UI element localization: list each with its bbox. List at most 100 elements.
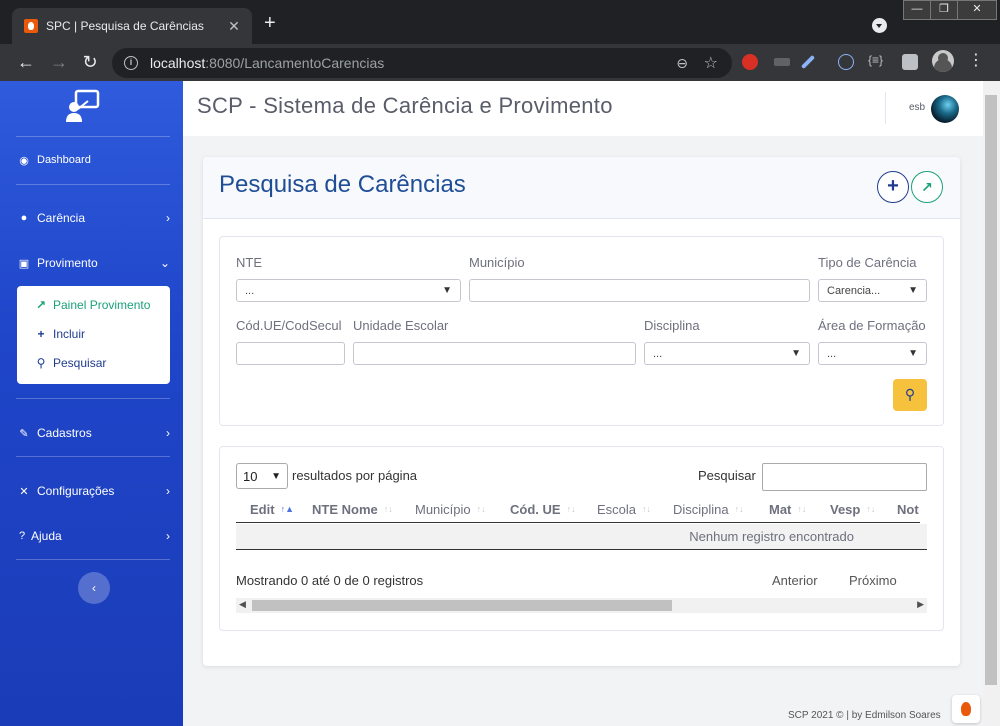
unidade-escolar-input[interactable]	[353, 342, 636, 365]
add-button[interactable]: +	[877, 171, 909, 203]
disciplina-select[interactable]: ... ▼	[644, 342, 810, 365]
extensions-puzzle-icon[interactable]	[902, 54, 918, 70]
sidebar-item-provimento[interactable]: ▣ Provimento ⌄	[18, 252, 170, 274]
sidebar-item-dashboard[interactable]: ◉ Dashboard	[18, 149, 170, 171]
filter-panel: NTE ... ▼ Município Tipo de Carência Car…	[219, 236, 944, 426]
provimento-submenu: ↗ Painel Provimento + Incluir ⚲ Pesquisa…	[17, 286, 170, 384]
bookmark-star-icon[interactable]: ☆	[704, 53, 718, 73]
browser-tab[interactable]: SPC | Pesquisa de Carências ✕	[12, 8, 252, 44]
column-header-cod-ue[interactable]: Cód. UE ↑↓	[510, 502, 576, 517]
extension-react-icon[interactable]	[838, 54, 854, 70]
avatar[interactable]	[931, 95, 959, 123]
nte-select-value: ...	[245, 284, 255, 297]
municipio-input[interactable]	[469, 279, 810, 302]
column-header-label: Mat	[769, 502, 792, 517]
search-button[interactable]: ⚲	[893, 379, 927, 411]
sort-icon: ↑↓	[476, 504, 486, 514]
browser-tabbar: SPC | Pesquisa de Carências ✕ + — ❐ ✕	[0, 0, 1000, 44]
app-title: SCP - Sistema de Carência e Provimento	[197, 93, 613, 118]
chevron-right-icon: ›	[166, 211, 170, 225]
tipo-carencia-select-value: Carencia...	[827, 284, 881, 297]
previous-page-button[interactable]: Anterior	[772, 573, 818, 588]
minimize-button[interactable]: —	[903, 0, 931, 20]
zoom-icon[interactable]: ⊖	[676, 55, 688, 72]
table-search-label: Pesquisar	[698, 468, 756, 483]
column-header-mat[interactable]: Mat ↑↓	[769, 502, 806, 517]
page-scrollbar[interactable]	[983, 81, 1000, 726]
sidebar-item-carencia[interactable]: ● Carência ›	[18, 207, 170, 229]
column-header-edit[interactable]: Edit ↑▲	[250, 502, 294, 517]
tab-close-icon[interactable]: ✕	[226, 18, 242, 35]
back-arrow-icon[interactable]: ←	[15, 52, 37, 72]
chevron-down-icon: ▼	[271, 470, 281, 482]
extension-bars-icon[interactable]	[774, 58, 790, 66]
topbar: SCP - Sistema de Carência e Provimento e…	[183, 81, 983, 136]
user-name[interactable]: esb	[909, 102, 925, 113]
forward-arrow-icon[interactable]: →	[48, 52, 70, 72]
tipo-carencia-select[interactable]: Carencia... ▼	[818, 279, 927, 302]
table-search-input[interactable]	[762, 463, 927, 491]
sidebar: ◉ Dashboard ● Carência › ▣ Provimento ⌄ …	[0, 81, 183, 726]
tab-search-icon[interactable]	[872, 18, 887, 33]
scroll-left-icon[interactable]: ◀	[239, 599, 246, 610]
page-length-select[interactable]: 10 ▼	[236, 463, 288, 489]
nte-select[interactable]: ... ▼	[236, 279, 461, 302]
sort-asc-icon: ↑▲	[280, 504, 294, 514]
profile-avatar[interactable]	[932, 50, 954, 72]
column-header-nte-nome[interactable]: NTE Nome ↑↓	[312, 502, 393, 517]
sidebar-divider	[16, 398, 170, 399]
sidebar-item-cadastros[interactable]: ✎ Cadastros ›	[18, 422, 170, 444]
next-page-button[interactable]: Próximo	[849, 573, 897, 588]
table-horizontal-scrollbar[interactable]: ◀ ▶	[236, 598, 927, 613]
submenu-item-incluir[interactable]: + Incluir	[35, 325, 85, 343]
submenu-item-label: Pesquisar	[53, 356, 107, 370]
extension-pen-icon[interactable]	[800, 54, 816, 70]
chevron-down-icon: ▼	[791, 348, 801, 359]
page-scrollbar-thumb[interactable]	[985, 95, 997, 685]
sidebar-item-label: Carência	[37, 211, 86, 225]
site-info-icon[interactable]: i	[124, 56, 138, 70]
sidebar-divider	[16, 136, 170, 137]
extension-json-icon[interactable]: {≡}	[868, 53, 883, 67]
sort-icon: ↑↓	[566, 504, 576, 514]
column-header-label: Escola	[597, 502, 637, 517]
chevron-right-icon: ›	[166, 529, 170, 543]
nte-label: NTE	[236, 255, 262, 270]
column-header-disciplina[interactable]: Disciplina ↑↓	[673, 502, 744, 517]
column-header-label: NTE Nome	[312, 502, 378, 517]
sidebar-toggle-button[interactable]: ‹	[78, 572, 110, 604]
column-header-municipio[interactable]: Município ↑↓	[415, 502, 486, 517]
tachometer-icon: ◉	[19, 154, 29, 167]
chevron-down-icon: ▼	[908, 285, 918, 296]
column-header-not[interactable]: Not	[897, 502, 919, 517]
submenu-item-pesquisar[interactable]: ⚲ Pesquisar	[35, 354, 107, 372]
sidebar-item-ajuda[interactable]: ? Ajuda ›	[18, 525, 170, 547]
fire-icon[interactable]	[952, 695, 980, 723]
table-row: Nenhum registro encontrado	[236, 524, 927, 550]
column-header-label: Cód. UE	[510, 502, 561, 517]
browser-menu-icon[interactable]: ⋮	[968, 53, 984, 69]
column-header-vesp[interactable]: Vesp ↑↓	[830, 502, 875, 517]
empty-message: Nenhum registro encontrado	[689, 529, 854, 544]
new-tab-button[interactable]: +	[264, 13, 276, 33]
chart-button[interactable]: ↗	[911, 171, 943, 203]
table-scrollbar-thumb[interactable]	[252, 600, 672, 611]
window-close-button[interactable]: ✕	[957, 0, 997, 20]
submenu-item-painel-provimento[interactable]: ↗ Painel Provimento	[35, 296, 150, 314]
area-formacao-select[interactable]: ... ▼	[818, 342, 927, 365]
results-table-panel: 10 ▼ resultados por página Pesquisar Edi…	[219, 446, 944, 631]
sidebar-item-configuracoes[interactable]: ✕ Configurações ›	[18, 480, 170, 502]
extension-hand-icon[interactable]	[742, 54, 758, 70]
brand-logo-icon[interactable]	[64, 89, 104, 123]
codue-input[interactable]	[236, 342, 345, 365]
chevron-right-icon: ›	[166, 426, 170, 440]
scroll-right-icon[interactable]: ▶	[917, 599, 924, 610]
column-header-escola[interactable]: Escola ↑↓	[597, 502, 651, 517]
maximize-button[interactable]: ❐	[930, 0, 958, 20]
search-card: Pesquisa de Carências + ↗ NTE ... ▼ Muni…	[203, 157, 960, 666]
disciplina-label: Disciplina	[644, 318, 700, 333]
briefcase-icon: ●	[20, 212, 28, 224]
app: ◉ Dashboard ● Carência › ▣ Provimento ⌄ …	[0, 81, 1000, 726]
reload-icon[interactable]: ↻	[79, 52, 101, 72]
address-bar[interactable]: i localhost:8080/LancamentoCarencias ⊖ ☆	[112, 48, 732, 78]
